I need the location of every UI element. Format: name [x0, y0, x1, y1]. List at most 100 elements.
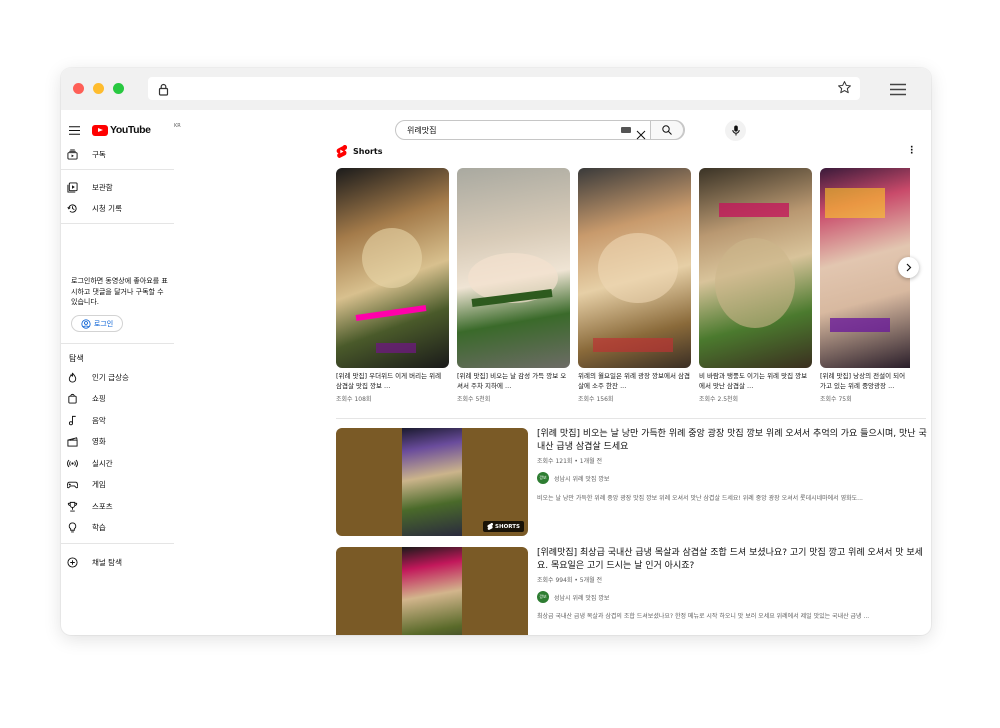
- sidebar-item-label: 시청 기록: [92, 203, 122, 213]
- shorts-shelf-header: Shorts: [336, 145, 382, 158]
- close-window-button[interactable]: [73, 83, 84, 94]
- short-card[interactable]: 위례의 월요일은 위례 광장 깡보에서 삼겹살에 소주 한잔 ... 조회수 1…: [578, 168, 691, 403]
- short-thumbnail[interactable]: [578, 168, 691, 368]
- lightbulb-icon: [68, 521, 77, 532]
- short-card[interactable]: [위례 맛집] 비오는 날 감성 가득 깡보 오셔서 주차 지하에 ... 조회…: [457, 168, 570, 403]
- sidebar-item-label: 실시간: [92, 458, 113, 468]
- sidebar-item-trending[interactable]: 인기 급상승: [67, 370, 129, 384]
- gamepad-icon: [67, 481, 78, 488]
- account-icon: [81, 318, 91, 329]
- short-thumbnail[interactable]: [820, 168, 910, 368]
- voice-search-button[interactable]: [725, 120, 746, 141]
- sidebar-item-label: 음악: [92, 415, 106, 425]
- sidebar-divider: [61, 543, 174, 544]
- sidebar-item-learning[interactable]: 학습: [67, 520, 106, 534]
- video-thumbnail[interactable]: SHORTS: [336, 428, 528, 536]
- more-options-icon[interactable]: · · ·: [910, 144, 913, 159]
- microphone-icon: [731, 125, 740, 136]
- short-title[interactable]: 위례의 월요일은 위례 광장 깡보에서 삼겹살에 소주 한잔 ...: [578, 372, 691, 391]
- short-title[interactable]: [위례 맛집] 비오는 날 감성 가득 깡보 오셔서 주차 지하에 ...: [457, 372, 570, 391]
- sidebar-item-live[interactable]: 실시간: [67, 456, 113, 470]
- lock-icon: [158, 81, 169, 100]
- search-input[interactable]: 위례맛집: [407, 125, 436, 136]
- short-card[interactable]: [위례 맛집] 우더위드 이게 버리는 위례 삼겹살 맛집 깡보 ... 조회수…: [336, 168, 449, 403]
- short-card[interactable]: [위례 맛집] 낭상의 전설이 되어가고 있는 위례 중앙광장 ... 조회수 …: [820, 168, 931, 403]
- sidebar: YouTube KR 구독 보관함 시청 기록 로그인하면 동영상에 좋아요를 …: [61, 110, 181, 635]
- guide-menu-icon[interactable]: [69, 126, 80, 137]
- short-views: 조회수 75회: [820, 396, 852, 403]
- sidebar-item-label: 스포츠: [92, 501, 113, 511]
- sidebar-item-label: 인기 급상승: [92, 372, 129, 382]
- channel-link[interactable]: 깡보 성남시 위례 맛집 깡보: [537, 591, 609, 603]
- short-views: 조회수 2.5천회: [699, 396, 739, 403]
- sidebar-item-music[interactable]: 음악: [67, 413, 106, 427]
- sidebar-divider: [61, 343, 174, 344]
- short-views: 조회수 156회: [578, 396, 614, 403]
- video-title[interactable]: [위례맛집] 최상급 국내산 급냉 목살과 삼겹살 조합 드셔 보셨나요? 고기…: [537, 547, 929, 573]
- sidebar-item-shopping[interactable]: 쇼핑: [67, 391, 106, 405]
- address-bar[interactable]: [148, 77, 860, 100]
- sidebar-item-label: 학습: [92, 522, 106, 532]
- short-thumbnail[interactable]: [699, 168, 812, 368]
- live-broadcast-icon: [67, 459, 78, 467]
- shorts-shelf-title: Shorts: [353, 147, 383, 156]
- minimize-window-button[interactable]: [93, 83, 104, 94]
- sidebar-item-library[interactable]: 보관함: [67, 180, 113, 194]
- sidebar-item-label: 보관함: [92, 182, 113, 192]
- sidebar-item-history[interactable]: 시청 기록: [67, 201, 122, 215]
- shelf-divider: [336, 418, 926, 419]
- video-description: 비오는 날 낭만 가득한 위례 중앙 광장 맛집 깡보 위례 오셔서 맛난 삼겹…: [537, 495, 863, 502]
- video-meta: 조회수 994회 • 5개월 전: [537, 577, 603, 584]
- browser-menu-icon[interactable]: [890, 81, 906, 100]
- channel-avatar[interactable]: 깡보: [537, 591, 549, 603]
- channel-avatar[interactable]: 깡보: [537, 472, 549, 484]
- channel-name[interactable]: 성남시 위례 맛집 깡보: [554, 593, 609, 602]
- video-thumbnail[interactable]: [336, 547, 528, 635]
- explore-section-title: 탐색: [69, 354, 84, 363]
- youtube-wordmark: YouTube: [110, 124, 151, 136]
- shorts-logo-icon: [336, 145, 347, 158]
- sidebar-item-subscriptions[interactable]: 구독: [67, 147, 106, 161]
- sidebar-item-label: 쇼핑: [92, 393, 106, 403]
- maximize-window-button[interactable]: [113, 83, 124, 94]
- library-icon: [67, 181, 78, 193]
- music-note-icon: [68, 415, 76, 425]
- shorts-badge-label: SHORTS: [495, 523, 520, 530]
- youtube-logo[interactable]: YouTube KR: [92, 123, 181, 136]
- short-title[interactable]: [위례 맛집] 우더위드 이게 버리는 위례 삼겹살 맛집 깡보 ...: [336, 372, 449, 391]
- sidebar-item-sports[interactable]: 스포츠: [67, 499, 113, 513]
- video-thumbnail-image: [402, 428, 462, 536]
- clapperboard-icon: [67, 436, 78, 447]
- video-thumbnail-image: [402, 547, 462, 635]
- sidebar-item-label: 영화: [92, 436, 106, 446]
- search-icon: [662, 125, 672, 135]
- subscriptions-icon: [67, 148, 78, 160]
- channel-name[interactable]: 성남시 위례 맛집 깡보: [554, 474, 609, 483]
- sidebar-item-browse-channels[interactable]: 채널 탐색: [67, 555, 122, 569]
- sidebar-item-label: 채널 탐색: [92, 557, 122, 567]
- sidebar-item-movies[interactable]: 영화: [67, 434, 106, 448]
- search-box[interactable]: 위례맛집: [395, 120, 685, 140]
- clear-search-icon[interactable]: [636, 125, 646, 144]
- sidebar-item-gaming[interactable]: 게임: [67, 477, 106, 491]
- shorts-badge-icon: [487, 523, 494, 530]
- short-card[interactable]: 비 바람과 탱풍도 이기는 위례 맛집 깡보에서 맛난 삼겹살 ... 조회수 …: [699, 168, 812, 403]
- sidebar-divider: [61, 223, 174, 224]
- trophy-icon: [67, 501, 78, 512]
- channel-link[interactable]: 깡보 성남시 위례 맛집 깡보: [537, 472, 609, 484]
- login-button[interactable]: 로그인: [71, 315, 123, 332]
- short-title[interactable]: [위례 맛집] 낭상의 전설이 되어가고 있는 위례 중앙광장 ...: [820, 372, 910, 391]
- region-code: KR: [174, 123, 181, 129]
- keyboard-icon[interactable]: [621, 127, 631, 133]
- add-circle-icon: [67, 556, 78, 568]
- short-title[interactable]: 비 바람과 탱풍도 이기는 위례 맛집 깡보에서 맛난 삼겹살 ...: [699, 372, 812, 391]
- short-views: 조회수 108회: [336, 396, 372, 403]
- search-button[interactable]: [650, 120, 684, 140]
- short-thumbnail[interactable]: [336, 168, 449, 368]
- shorts-next-button[interactable]: [898, 257, 919, 278]
- short-thumbnail[interactable]: [457, 168, 570, 368]
- bookmark-star-icon[interactable]: [837, 80, 852, 99]
- login-prompt-text: 로그인하면 동영상에 좋아요를 표시하고 댓글을 달거나 구독할 수 있습니다.: [71, 277, 168, 306]
- video-title[interactable]: [위례 맛집] 비오는 날 낭만 가득한 위례 중앙 광장 맛집 깡보 위례 오…: [537, 428, 929, 454]
- sidebar-divider: [61, 169, 174, 170]
